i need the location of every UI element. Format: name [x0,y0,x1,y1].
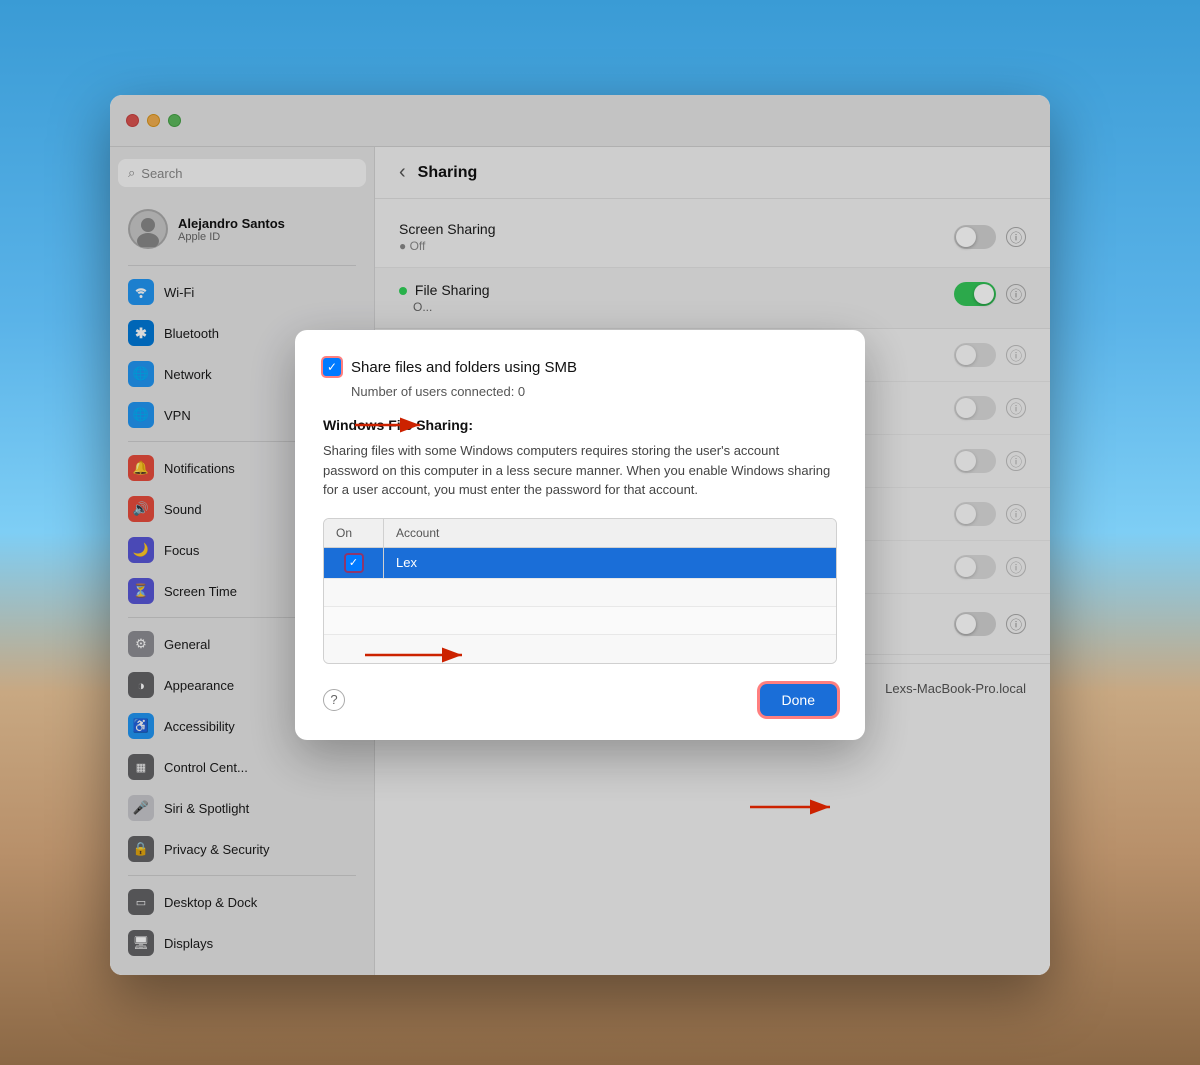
windows-sharing-title: Windows File Sharing: [323,417,837,433]
col-on: On [324,519,384,547]
smb-checkbox[interactable]: ✓ [323,358,341,376]
smb-checkmark: ✓ [327,360,337,374]
windows-sharing-desc: Sharing files with some Windows computer… [323,441,837,500]
system-preferences-window: ⌕ Search Alejandro Santos Apple ID [110,95,1050,975]
help-button[interactable]: ? [323,689,345,711]
smb-label: Share files and folders using SMB [351,359,577,376]
done-button[interactable]: Done [760,684,837,716]
lex-account-name: Lex [396,555,417,570]
connected-count: Number of users connected: 0 [323,384,837,399]
col-account: Account [384,519,836,547]
user-table-row-empty-3 [324,635,836,663]
user-table-row-lex[interactable]: ✓ Lex [324,548,836,579]
user-table-row-empty-2 [324,607,836,635]
help-label: ? [330,692,337,707]
modal-footer: ? Done [323,684,837,716]
user-table: On Account ✓ Lex [323,518,837,664]
user-table-row-empty-1 [324,579,836,607]
user-table-header: On Account [324,519,836,548]
lex-checkmark: ✓ [349,556,358,569]
lex-account-cell: Lex [384,548,836,577]
lex-checkbox[interactable]: ✓ [346,555,362,571]
smb-checkbox-row: ✓ Share files and folders using SMB [323,358,837,376]
lex-checkbox-cell: ✓ [324,548,384,578]
done-label: Done [782,692,815,708]
modal-overlay: ✓ Share files and folders using SMB Numb… [110,95,1050,975]
smb-modal: ✓ Share files and folders using SMB Numb… [295,330,865,740]
